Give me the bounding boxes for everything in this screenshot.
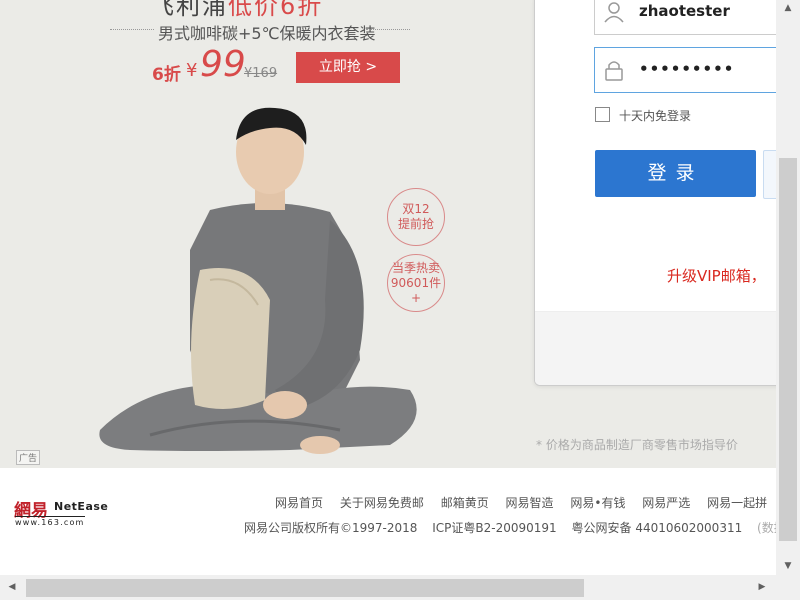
headline-left: 飞利浦 [150,0,228,20]
footer-link-yiqipin[interactable]: 网易一起拼 [707,496,767,510]
badge-text: 双12 [402,202,430,216]
headline-right: 低价6折 [228,0,324,20]
badge-text: 当季热卖 [391,260,440,275]
footer-link-youqian[interactable]: 网易•有钱 [570,496,625,510]
banner-subtitle: 男式咖啡碳+5℃保暖内衣套装 [158,24,376,43]
copyright-row: 网易公司版权所有©1997-2018 ICP证粤B2-20090191 粤公网安… [244,519,776,536]
ad-tag: 广告 [16,450,41,465]
footer-link-zhizao[interactable]: 网易智造 [506,496,554,510]
vip-upgrade-link[interactable]: 升级VIP邮箱， [667,265,766,286]
remember-label: 十天内免登录 [619,109,692,123]
currency-symbol: ¥ [186,60,198,81]
promo-badge-hot-sale: 当季热卖 90601件+ [387,254,445,312]
scrollbar-corner [776,575,800,600]
icp-link[interactable]: ICP证粤B2-20090191 [432,521,556,535]
password-value: ••••••••• [639,60,735,78]
subtitle-row: 男式咖啡碳+5℃保暖内衣套装 [110,18,410,43]
site-footer: 網易 NetEase www.163.com 网易首页 关于网易免费邮 邮箱黄页… [0,468,776,575]
scroll-left-arrow-icon[interactable]: ◀ [2,575,22,600]
horizontal-scroll-thumb[interactable] [26,579,584,597]
badge-text: 90601件+ [390,275,442,305]
sale-price: 99 [200,44,246,85]
page: 飞利浦低价6折 男式咖啡碳+5℃保暖内衣套装 6折 ¥ 99 ¥169 立即抢 … [0,0,776,575]
horizontal-scrollbar[interactable]: ◀ ▶ [0,575,776,600]
discount-label: 6折 [152,65,181,85]
footer-link-yellowpages[interactable]: 邮箱黄页 [441,496,489,510]
promo-badge-double12: 双12 提前抢 [387,188,445,246]
password-field[interactable]: ••••••••• [594,47,776,93]
police-record[interactable]: 粤公网安备 44010602000311 [572,521,743,535]
badge-text: 提前抢 [397,217,434,231]
username-value: zhaotester [639,2,730,20]
vertical-scrollbar[interactable]: ▲ ▼ [776,0,800,575]
username-field[interactable]: zhaotester [594,0,776,35]
copyright-text: 网易公司版权所有©1997-2018 [244,521,418,535]
footer-link-home[interactable]: 网易首页 [275,496,323,510]
footer-links: 网易首页 关于网易免费邮 邮箱黄页 网易智造 网易•有钱 网易严选 网易一起拼 [275,494,776,511]
netease-logo[interactable]: 網易 NetEase www.163.com [14,496,108,528]
logo-url: www.163.com [15,516,85,527]
original-price: ¥169 [244,66,278,81]
scroll-up-arrow-icon[interactable]: ▲ [776,0,800,17]
login-button[interactable]: 登录 [595,150,756,197]
register-button[interactable] [763,150,776,199]
scroll-right-arrow-icon[interactable]: ▶ [752,575,772,600]
vertical-scroll-thumb[interactable] [779,158,797,541]
divider [366,29,410,30]
logo-en: NetEase [54,500,109,513]
remember-checkbox[interactable] [595,107,610,122]
price-note: * 价格为商品制造厂商零售市场指导价 [536,438,738,452]
data-source-text: (数据来源 [757,521,776,535]
user-icon [604,2,624,23]
scroll-down-arrow-icon[interactable]: ▼ [776,558,800,575]
lock-icon [605,61,623,81]
login-panel: zhaotester ••••••••• 十天内免登录 登录 升级VIP邮箱， [534,0,776,386]
panel-footer [535,311,776,385]
footer-link-yanxuan[interactable]: 网易严选 [642,496,690,510]
divider [110,29,154,30]
buy-now-button[interactable]: 立即抢 > [296,52,400,83]
footer-link-about[interactable]: 关于网易免费邮 [340,496,424,510]
